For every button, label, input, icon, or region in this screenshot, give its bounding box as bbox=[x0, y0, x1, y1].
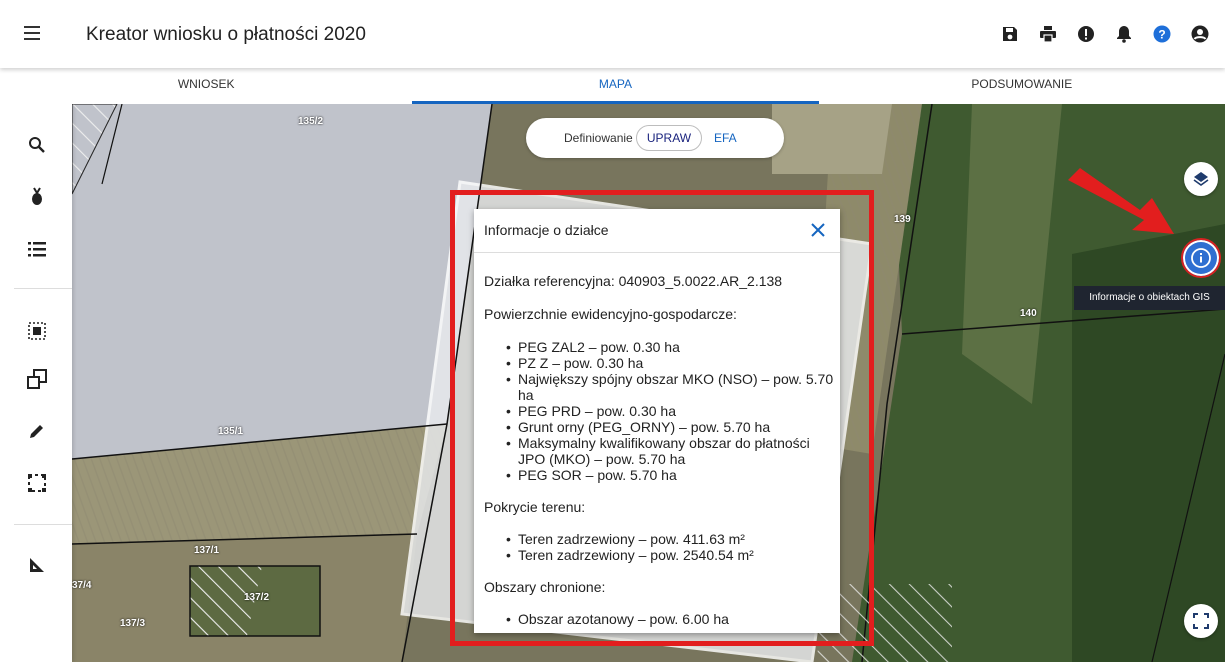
parcel-label: 139 bbox=[894, 214, 911, 225]
dialog-title: Informacje o działce bbox=[484, 222, 609, 238]
list-icon[interactable] bbox=[24, 236, 50, 262]
measure-icon[interactable] bbox=[24, 552, 50, 578]
search-icon[interactable] bbox=[24, 132, 50, 158]
parcel-label: 135/1 bbox=[218, 426, 244, 437]
section-heading: Obszary chronione: bbox=[484, 579, 606, 595]
svg-text:?: ? bbox=[1158, 28, 1165, 42]
toolbar-divider bbox=[14, 524, 72, 525]
plant-icon[interactable] bbox=[24, 184, 50, 210]
list-item: Maksymalny kwalifikowany obszar do płatn… bbox=[506, 435, 834, 467]
parcel-label: 137/1 bbox=[194, 545, 220, 556]
close-icon[interactable] bbox=[806, 218, 830, 242]
efa-option[interactable]: EFA bbox=[714, 131, 737, 145]
layers-button[interactable] bbox=[1184, 162, 1218, 196]
list-item: PEG ZAL2 – pow. 0.30 ha bbox=[506, 339, 834, 355]
peg-list: PEG ZAL2 – pow. 0.30 ha PZ Z – pow. 0.30… bbox=[484, 339, 834, 483]
gis-info-button[interactable] bbox=[1181, 238, 1221, 278]
map-tools-sidebar bbox=[0, 104, 72, 662]
highlight-arrow-icon bbox=[1068, 168, 1174, 234]
alert-icon[interactable] bbox=[1067, 22, 1105, 46]
fullscreen-icon bbox=[1193, 613, 1209, 629]
section-heading: Powierzchnie ewidencyjno-gospodarcze: bbox=[484, 306, 737, 322]
tab-mapa[interactable]: MAPA bbox=[412, 68, 819, 104]
info-icon bbox=[1191, 248, 1211, 268]
land-cover-list: Teren zadrzewiony – pow. 411.63 m² Teren… bbox=[484, 531, 834, 563]
select-area-icon[interactable] bbox=[24, 318, 50, 344]
parcel-label: 137/3 bbox=[120, 618, 146, 629]
parcel-info-dialog: Informacje o działce Działka referencyjn… bbox=[474, 209, 840, 633]
edit-pencil-icon[interactable] bbox=[24, 418, 50, 444]
app-title: Kreator wniosku o płatności 2020 bbox=[86, 24, 366, 45]
header-actions: ? bbox=[991, 22, 1219, 46]
dialog-header: Informacje o działce bbox=[474, 209, 840, 253]
list-item: Grunt orny (PEG_ORNY) – pow. 5.70 ha bbox=[506, 419, 834, 435]
tab-wniosek[interactable]: WNIOSEK bbox=[0, 68, 412, 104]
list-item: PZ Z – pow. 0.30 ha bbox=[506, 355, 834, 371]
upraw-option[interactable]: UPRAW bbox=[636, 125, 702, 151]
dialog-body: Działka referencyjna: 040903_5.0022.AR_2… bbox=[484, 261, 834, 627]
bell-icon[interactable] bbox=[1105, 22, 1143, 46]
parcel-label: 140 bbox=[1020, 308, 1037, 319]
list-item: PEG PRD – pow. 0.30 ha bbox=[506, 403, 834, 419]
print-icon[interactable] bbox=[1029, 22, 1067, 46]
toolbar-divider bbox=[14, 288, 72, 289]
definition-mode-toggle: Definiowanie UPRAW EFA bbox=[526, 118, 784, 158]
list-item: Teren zadrzewiony – pow. 2540.54 m² bbox=[506, 547, 834, 563]
copy-geometry-icon[interactable] bbox=[24, 366, 50, 392]
list-item: Teren zadrzewiony – pow. 411.63 m² bbox=[506, 531, 834, 547]
fullscreen-button[interactable] bbox=[1184, 604, 1218, 638]
hamburger-menu-icon[interactable] bbox=[22, 22, 44, 44]
parcel-label: 135/2 bbox=[298, 116, 324, 127]
main-tabs: WNIOSEK MAPA PODSUMOWANIE bbox=[0, 68, 1225, 104]
list-item: Obszar azotanowy – pow. 6.00 ha bbox=[506, 611, 834, 627]
list-item: PEG SOR – pow. 5.70 ha bbox=[506, 467, 834, 483]
account-icon[interactable] bbox=[1181, 22, 1219, 46]
save-icon[interactable] bbox=[991, 22, 1029, 46]
reference-parcel: Działka referencyjna: 040903_5.0022.AR_2… bbox=[484, 273, 783, 289]
list-item: Największy spójny obszar MKO (NSO) – pow… bbox=[506, 371, 834, 403]
layers-icon bbox=[1193, 172, 1209, 186]
definition-label: Definiowanie bbox=[564, 131, 633, 145]
tab-podsumowanie[interactable]: PODSUMOWANIE bbox=[819, 68, 1225, 104]
parcel-label: 37/4 bbox=[72, 580, 92, 591]
app-header: Kreator wniosku o płatności 2020 ? bbox=[0, 0, 1225, 68]
parcel-label: 137/2 bbox=[244, 592, 270, 603]
gis-info-tooltip: Informacje o obiektach GIS bbox=[1074, 286, 1225, 310]
section-heading: Pokrycie terenu: bbox=[484, 499, 586, 515]
selection-frame-icon[interactable] bbox=[24, 470, 50, 496]
help-icon[interactable]: ? bbox=[1143, 22, 1181, 46]
protected-areas-list: Obszar azotanowy – pow. 6.00 ha bbox=[484, 611, 834, 627]
